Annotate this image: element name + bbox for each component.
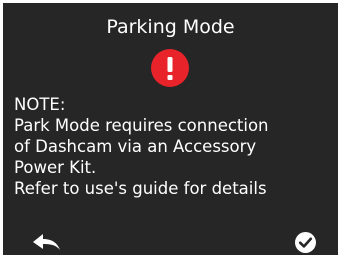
back-arrow-icon: [33, 234, 60, 250]
parking-mode-dialog: Parking Mode NOTE: Park Mode requires co…: [3, 3, 338, 255]
message-line: Park Mode requires connection: [14, 116, 269, 135]
confirm-button[interactable]: [295, 232, 316, 253]
message-line: of Dashcam via an Accessory: [14, 137, 257, 156]
dialog-message: NOTE: Park Mode requires connection of D…: [14, 94, 334, 199]
dialog-title: Parking Mode: [106, 16, 235, 38]
message-line-note: NOTE:: [14, 95, 66, 114]
checkmark-circle-icon: [295, 232, 316, 253]
message-line: Power Kit.: [14, 158, 97, 177]
message-line: Refer to use's guide for details: [14, 179, 267, 198]
back-button[interactable]: [31, 231, 63, 255]
exclamation-circle-icon: [151, 49, 189, 87]
